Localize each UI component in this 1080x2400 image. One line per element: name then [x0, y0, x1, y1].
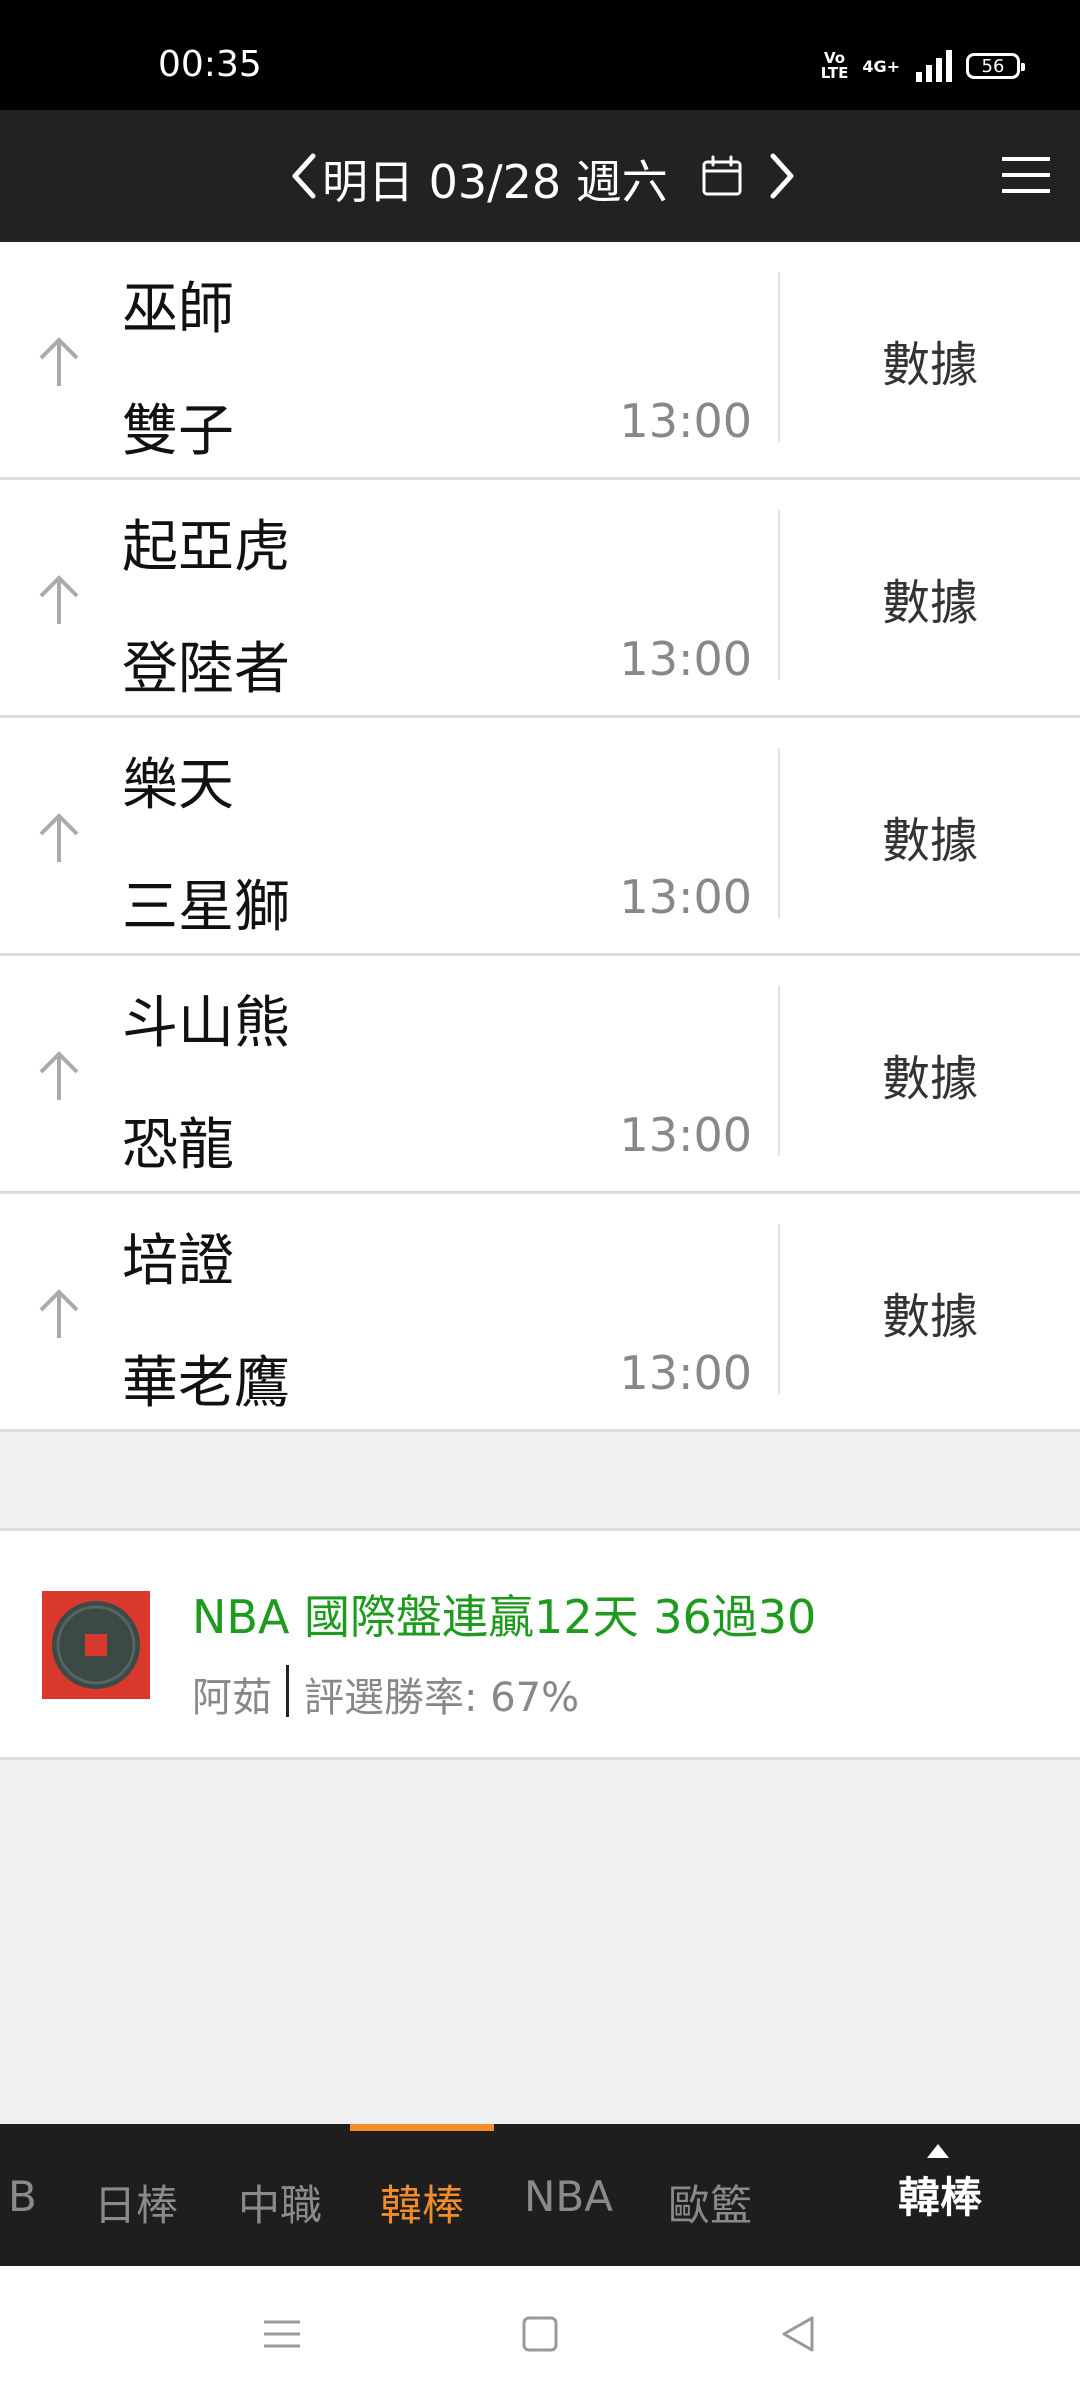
game-row[interactable]: 樂天 三星獅 13:00 數據	[0, 718, 1080, 956]
data-button[interactable]: 數據	[780, 956, 1080, 1191]
home-team: 起亞虎	[122, 515, 290, 580]
current-league-label: 韓棒	[898, 2173, 983, 2222]
away-team: 雙子	[122, 399, 234, 464]
promo-card[interactable]: NBA 國際盤連贏12天 36過30 阿茹 評選勝率: 67%	[0, 1528, 1080, 1760]
tab-npb[interactable]: 日棒	[94, 2172, 178, 2233]
calendar-icon[interactable]	[700, 154, 744, 198]
status-time: 00:35	[158, 44, 262, 85]
active-tab-indicator	[350, 2124, 494, 2131]
away-team: 華老鷹	[122, 1351, 290, 1416]
game-row[interactable]: 起亞虎 登陸者 13:00 數據	[0, 480, 1080, 718]
promo-title: NBA 國際盤連贏12天 36過30	[192, 1590, 817, 1644]
data-button[interactable]: 數據	[780, 242, 1080, 477]
menu-icon[interactable]	[1000, 155, 1052, 195]
network-type: 4G+	[862, 56, 900, 76]
game-list: 巫師 雙子 13:00 數據 起亞虎 登陸者 13:00 數據 樂天 三星獅 1…	[0, 242, 1080, 1432]
volte-icon: Vo LTE	[820, 49, 849, 82]
tab-partial[interactable]: B	[8, 2172, 37, 2221]
date-title: 明日 03/28 週六	[322, 155, 668, 209]
league-tab-bar: B 日棒 中職 韓棒 NBA 歐籃 韓棒	[0, 2124, 1080, 2266]
tab-kbo[interactable]: 韓棒	[380, 2172, 464, 2233]
tab-nba[interactable]: NBA	[524, 2172, 613, 2221]
home-team: 樂天	[122, 753, 234, 818]
tab-cpbl[interactable]: 中職	[238, 2172, 322, 2233]
away-team: 恐龍	[122, 1113, 234, 1178]
promo-win-rate: 評選勝率: 67%	[304, 1675, 580, 1721]
game-time: 13:00	[619, 1346, 752, 1400]
status-bar: 00:35 Vo LTE 4G+ 56	[0, 0, 1080, 110]
data-button[interactable]: 數據	[780, 1194, 1080, 1429]
game-time: 13:00	[619, 870, 752, 924]
arrow-up-icon	[39, 575, 79, 624]
back-nav-icon[interactable]	[770, 2306, 826, 2362]
game-row[interactable]: 巫師 雙子 13:00 數據	[0, 242, 1080, 480]
chevron-right-icon[interactable]	[765, 148, 801, 204]
coin-thumbnail	[42, 1591, 150, 1699]
game-row[interactable]: 培證 華老鷹 13:00 數據	[0, 1194, 1080, 1432]
tab-euro-basketball[interactable]: 歐籃	[668, 2172, 752, 2233]
home-team: 斗山熊	[122, 991, 290, 1056]
arrow-up-icon	[39, 1051, 79, 1100]
signal-icon	[916, 50, 952, 82]
menu-nav-icon[interactable]	[254, 2306, 310, 2362]
battery-icon: 56	[966, 53, 1025, 79]
home-team: 巫師	[122, 277, 234, 342]
current-league-selector[interactable]: 韓棒	[898, 2144, 982, 2225]
home-nav-icon[interactable]	[512, 2306, 568, 2362]
arrow-up-icon	[39, 1289, 79, 1338]
away-team: 三星獅	[122, 875, 290, 940]
game-time: 13:00	[619, 632, 752, 686]
game-time: 13:00	[619, 394, 752, 448]
app-header: 明日 03/28 週六	[0, 110, 1080, 242]
arrow-up-icon	[39, 813, 79, 862]
data-button[interactable]: 數據	[780, 718, 1080, 953]
status-indicators: Vo LTE 4G+ 56	[820, 49, 1025, 82]
caret-up-icon	[927, 2144, 949, 2158]
battery-level: 56	[981, 55, 1005, 77]
arrow-up-icon	[39, 337, 79, 386]
data-button[interactable]: 數據	[780, 480, 1080, 715]
game-row[interactable]: 斗山熊 恐龍 13:00 數據	[0, 956, 1080, 1194]
promo-author: 阿茹	[192, 1675, 272, 1721]
system-navigation-bar	[0, 2266, 1080, 2400]
game-time: 13:00	[619, 1108, 752, 1162]
home-team: 培證	[122, 1229, 234, 1294]
divider	[286, 1665, 289, 1717]
chevron-left-icon[interactable]	[285, 148, 321, 204]
away-team: 登陸者	[122, 637, 290, 702]
